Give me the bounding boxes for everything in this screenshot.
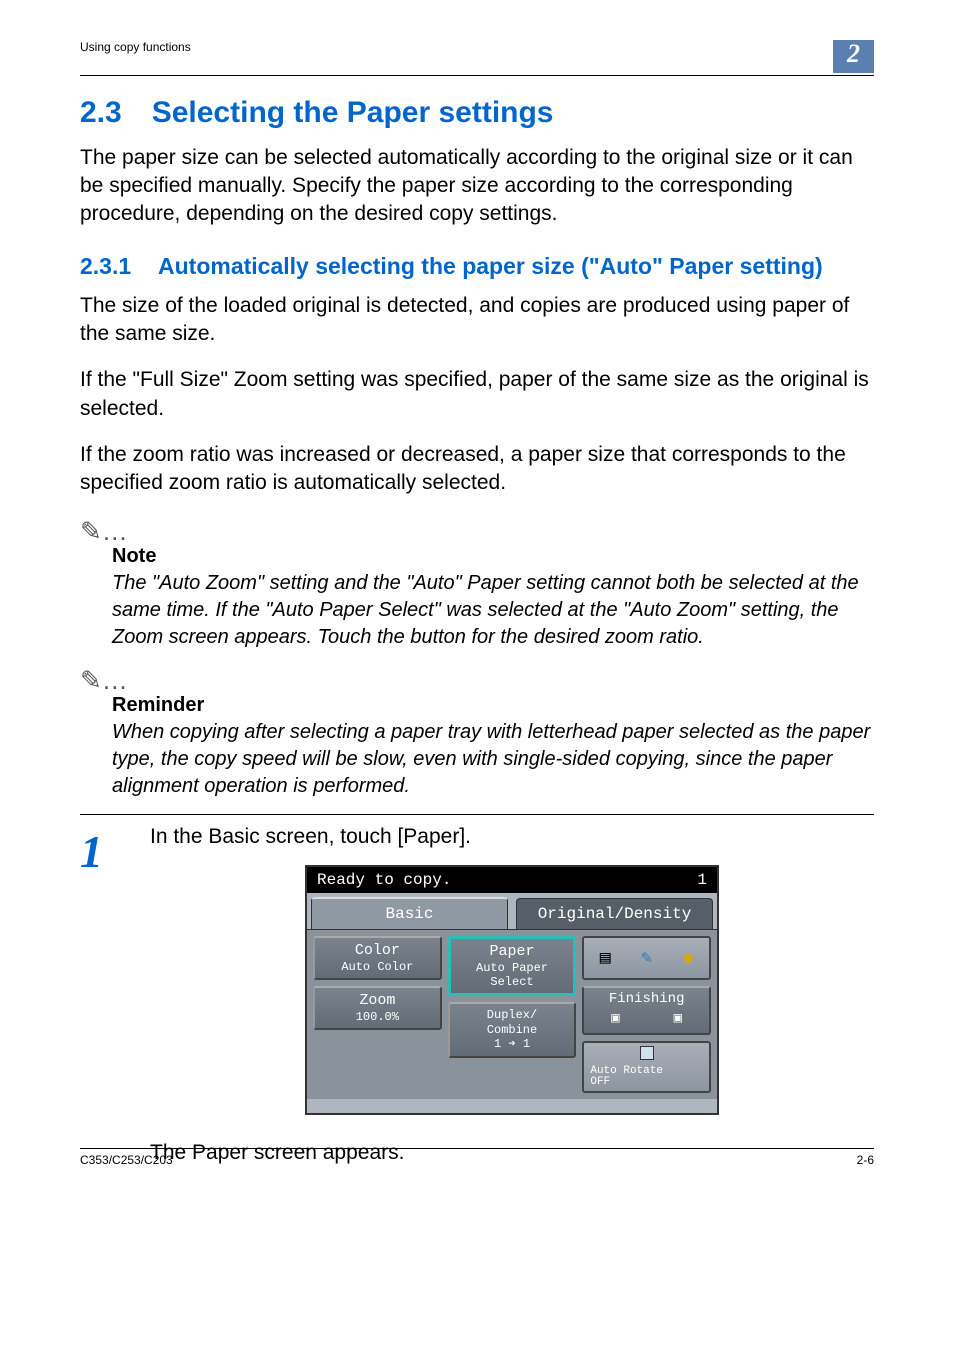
copier-screenshot: Ready to copy. 1 Basic Original/Density … (305, 865, 719, 1115)
color-value: Auto Color (317, 960, 438, 974)
status-text: Ready to copy. (317, 871, 451, 889)
staple-icon: ✎ (641, 947, 652, 969)
reminder-body: When copying after selecting a paper tra… (112, 719, 874, 800)
subsection-number: 2.3.1 (80, 253, 158, 280)
finishing-icon-2: ▣ (674, 1010, 682, 1027)
duplex-value: 1 ➔ 1 (452, 1037, 573, 1051)
footer-model: C353/C253/C203 (80, 1153, 173, 1167)
rotate-label: Auto Rotate OFF (584, 1066, 709, 1088)
step-divider (80, 814, 874, 815)
finishing-label: Finishing (609, 991, 685, 1007)
paper-label: Paper (453, 943, 572, 961)
duplex-label: Duplex/ Combine (452, 1008, 573, 1037)
subsection-title-text: Automatically selecting the paper size (… (158, 253, 874, 280)
paper-button[interactable]: Paper Auto Paper Select (448, 936, 577, 997)
section-title-text: Selecting the Paper settings (152, 96, 554, 129)
step-instruction: In the Basic screen, touch [Paper]. (150, 825, 874, 849)
zoom-value: 100.0% (317, 1010, 438, 1024)
section-intro: The paper size can be selected automatic… (80, 144, 874, 229)
rotate-icon (640, 1046, 654, 1060)
section-title: 2.3 Selecting the Paper settings (80, 96, 874, 130)
footer-page: 2-6 (857, 1153, 874, 1167)
copy-count: 1 (697, 871, 707, 889)
note-body: The "Auto Zoom" setting and the "Auto" P… (112, 570, 874, 651)
subsection-title: 2.3.1 Automatically selecting the paper … (80, 253, 874, 280)
tab-basic[interactable]: Basic (311, 897, 508, 929)
subsection-paragraph-3: If the zoom ratio was increased or decre… (80, 441, 874, 498)
tab-original-density[interactable]: Original/Density (516, 898, 713, 929)
finishing-button[interactable]: Finishing ▣ ▣ (582, 986, 711, 1035)
reminder-heading: Reminder (112, 694, 874, 717)
color-label: Color (317, 942, 438, 960)
note-heading: Note (112, 545, 874, 568)
paper-value: Auto Paper Select (453, 961, 572, 990)
screenshot-footer-bar (307, 1099, 717, 1113)
subsection-paragraph-2: If the "Full Size" Zoom setting was spec… (80, 366, 874, 423)
output-icons: ▤ ✎ ◆ (582, 936, 711, 980)
reminder-icon: ✎… (80, 665, 874, 696)
step-number: 1 (80, 825, 150, 875)
zoom-label: Zoom (317, 992, 438, 1010)
zoom-button[interactable]: Zoom 100.0% (313, 986, 442, 1030)
color-button[interactable]: Color Auto Color (313, 936, 442, 980)
section-number: 2.3 (80, 96, 122, 130)
chapter-badge: 2 (833, 40, 874, 73)
note-icon: ✎… (80, 516, 874, 547)
auto-rotate-button[interactable]: Auto Rotate OFF (582, 1041, 711, 1093)
stack-icon: ▤ (600, 947, 611, 969)
header-breadcrumb: Using copy functions (80, 40, 191, 54)
punch-icon: ◆ (683, 947, 694, 969)
subsection-paragraph-1: The size of the loaded original is detec… (80, 292, 874, 349)
duplex-button[interactable]: Duplex/ Combine 1 ➔ 1 (448, 1002, 577, 1057)
finishing-icon-1: ▣ (611, 1010, 619, 1027)
